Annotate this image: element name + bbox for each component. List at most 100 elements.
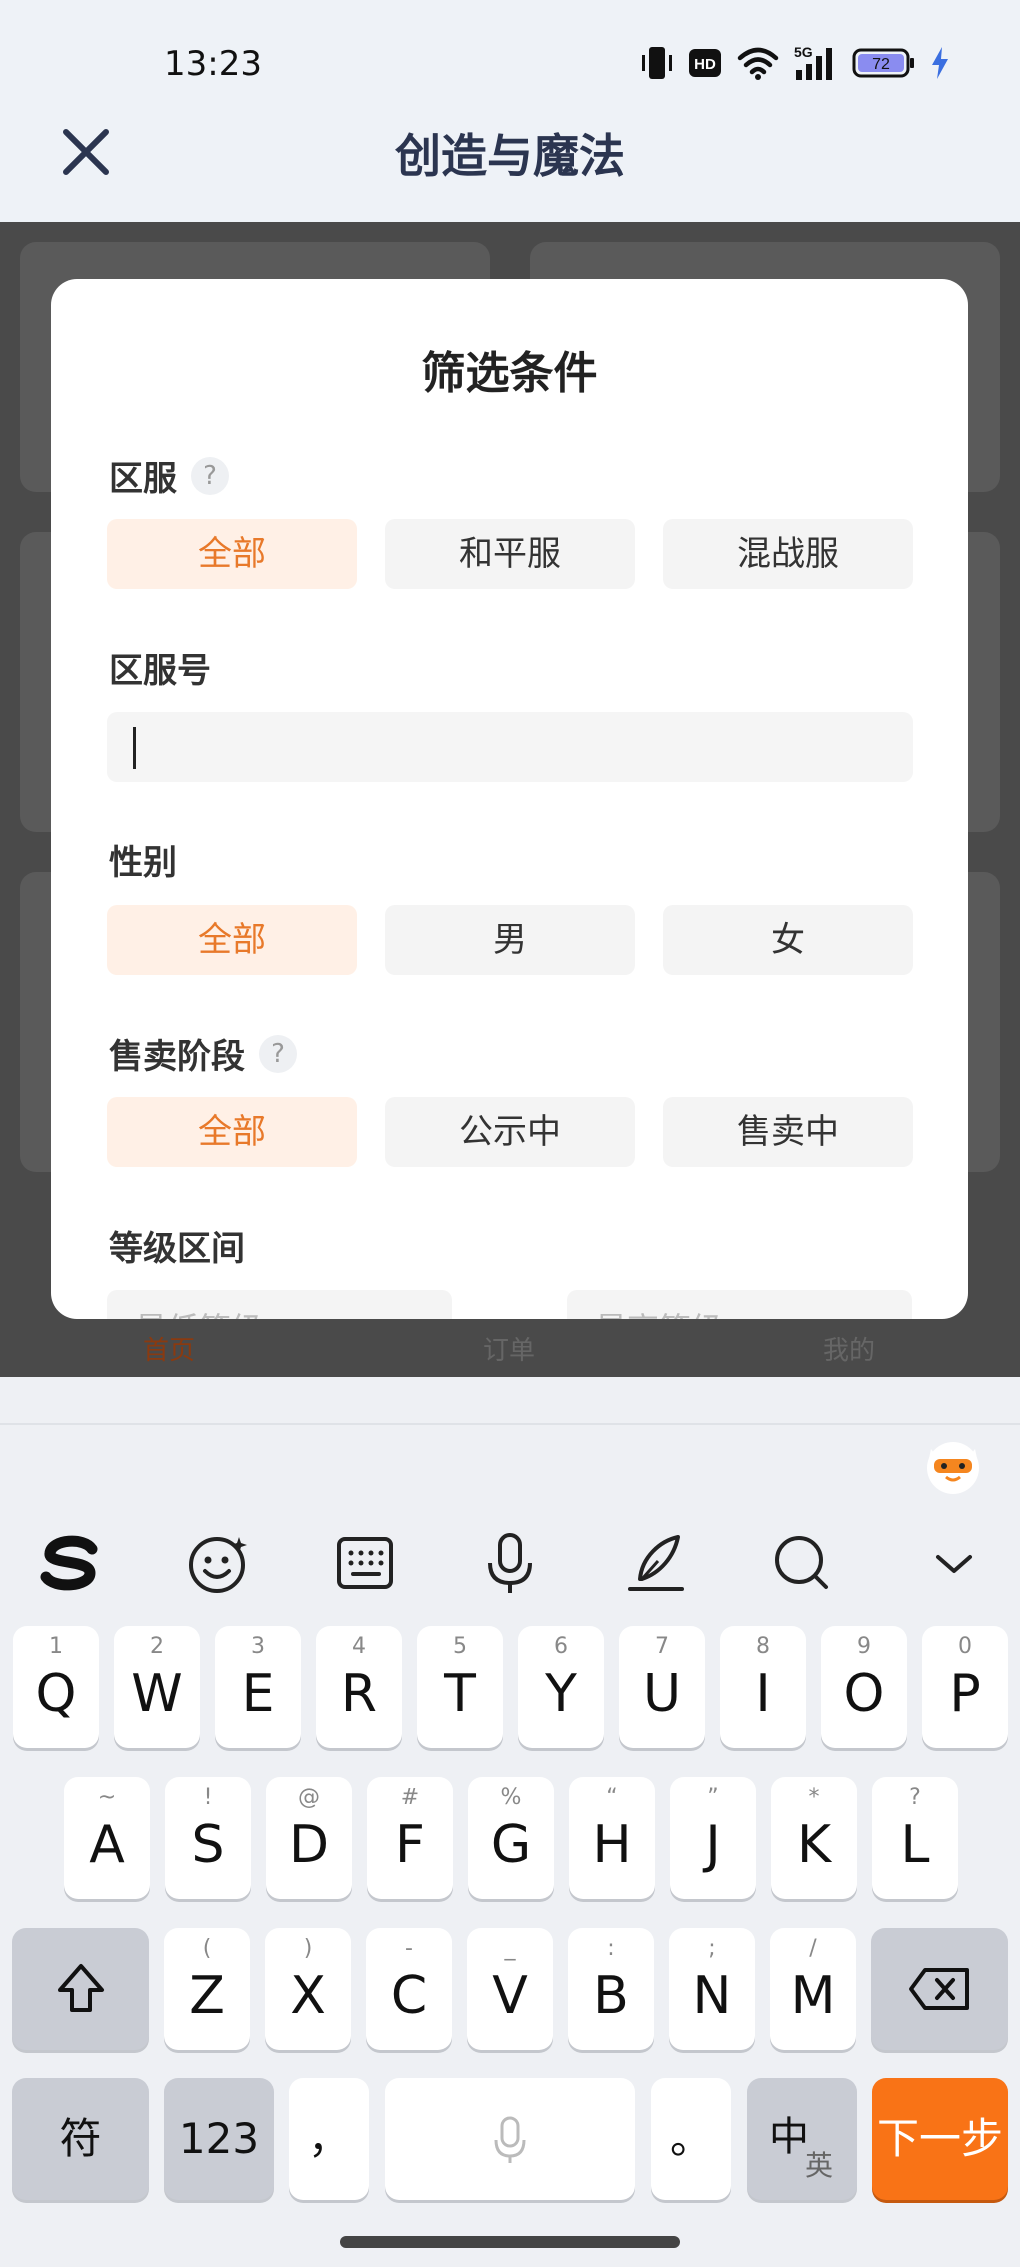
key-label: Z (189, 1966, 225, 2026)
key-secondary-label: / (809, 1936, 817, 1961)
nav-item-home[interactable]: 首页 (143, 1330, 195, 1367)
voice-icon (494, 2116, 526, 2163)
key-label: T (444, 1664, 476, 1724)
key-v[interactable]: _ V (467, 1928, 553, 2050)
key-label: F (395, 1815, 425, 1875)
section-label: 区服 (109, 459, 177, 499)
svg-text:5G: 5G (794, 44, 813, 60)
key-label: O (843, 1664, 885, 1724)
key-m[interactable]: / M (770, 1928, 856, 2050)
numbers-key[interactable]: 123 (164, 2078, 274, 2200)
section-server-number: 区服号 (109, 643, 211, 692)
key-w[interactable]: 2W (114, 1626, 200, 1748)
server-option-all[interactable]: 全部 (107, 519, 357, 589)
shift-key[interactable] (12, 1928, 149, 2050)
gender-option-male[interactable]: 男 (385, 905, 635, 975)
chevron-down-icon[interactable] (918, 1527, 990, 1599)
lang-sub-label: 英 (805, 2149, 834, 2182)
help-icon[interactable]: ? (259, 1034, 297, 1073)
sale-stage-option-selling[interactable]: 售卖中 (663, 1097, 913, 1167)
sogou-logo-icon[interactable] (34, 1527, 106, 1599)
key-p[interactable]: 0P (922, 1626, 1008, 1748)
key-secondary-label: ~ (97, 1785, 117, 1810)
space-key[interactable] (385, 2078, 635, 2200)
key-secondary-label: * (808, 1785, 820, 1810)
period-key[interactable]: 。 (651, 2078, 731, 2200)
search-icon[interactable] (766, 1527, 838, 1599)
svg-text:HD: HD (694, 56, 716, 73)
key-s[interactable]: ! S (165, 1777, 251, 1899)
key-u[interactable]: 7U (619, 1626, 705, 1748)
filter-modal: 筛选条件 区服 ? 全部 和平服 混战服 区服号 性别 全部 男 女 售卖阶段 … (51, 279, 968, 1319)
key-label: J (705, 1815, 721, 1875)
symbols-key[interactable]: 符 (12, 2078, 149, 2200)
key-q[interactable]: 1Q (13, 1626, 99, 1748)
key-z[interactable]: (Z (164, 1928, 250, 2050)
key-x[interactable]: ) X (265, 1928, 351, 2050)
key-label: B (593, 1966, 629, 2026)
key-l[interactable]: ? L (872, 1777, 958, 1899)
gender-option-female[interactable]: 女 (663, 905, 913, 975)
key-secondary-label: 1 (49, 1634, 63, 1659)
key-n[interactable]: ; N (669, 1928, 755, 2050)
key-label: N (692, 1966, 732, 2026)
key-secondary-label: ; (708, 1936, 716, 1961)
server-option-melee[interactable]: 混战服 (663, 519, 913, 589)
key-secondary-label: 6 (554, 1634, 568, 1659)
home-indicator[interactable] (340, 2236, 680, 2248)
key-secondary-label: ! (203, 1785, 213, 1810)
key-c[interactable]: -C (366, 1928, 452, 2050)
status-time: 13:23 (164, 44, 262, 84)
server-option-peace[interactable]: 和平服 (385, 519, 635, 589)
key-secondary-label: _ (504, 1936, 516, 1961)
help-icon[interactable]: ? (191, 456, 229, 495)
key-secondary-label: 9 (857, 1634, 871, 1659)
key-label: L (900, 1815, 930, 1875)
key-secondary-label: - (405, 1936, 413, 1961)
key-j[interactable]: ” J (670, 1777, 756, 1899)
gender-option-all[interactable]: 全部 (107, 905, 357, 975)
key-k[interactable]: * K (771, 1777, 857, 1899)
server-number-input[interactable] (107, 712, 913, 782)
sale-stage-option-public[interactable]: 公示中 (385, 1097, 635, 1167)
microphone-icon[interactable] (474, 1527, 546, 1599)
section-label: 售卖阶段 (109, 1037, 245, 1077)
nav-item-mine[interactable]: 我的 (823, 1330, 875, 1367)
language-switch-key[interactable]: 中 英 (747, 2078, 857, 2200)
key-label: X (290, 1966, 326, 2026)
screen: { "status_bar": {"time": "13:23", "batte… (0, 0, 1020, 2267)
key-g[interactable]: % G (468, 1777, 554, 1899)
sale-stage-option-all[interactable]: 全部 (107, 1097, 357, 1167)
key-d[interactable]: @ D (266, 1777, 352, 1899)
key-label: ， (307, 2114, 350, 2163)
backspace-key[interactable] (871, 1928, 1008, 2050)
section-gender: 性别 (109, 835, 177, 884)
key-r[interactable]: 4R (316, 1626, 402, 1748)
nav-item-orders[interactable]: 订单 (483, 1330, 535, 1367)
key-i[interactable]: 8I (720, 1626, 806, 1748)
title-bar: 创造与魔法 (0, 100, 1020, 222)
key-label: I (755, 1664, 771, 1724)
key-secondary-label: 4 (352, 1634, 366, 1659)
comma-key[interactable]: ， (289, 2078, 369, 2200)
key-label: Y (545, 1664, 577, 1724)
key-a[interactable]: ~ A (64, 1777, 150, 1899)
level-max-input[interactable]: 最高等级 (567, 1290, 912, 1319)
key-h[interactable]: “H (569, 1777, 655, 1899)
key-y[interactable]: 6Y (518, 1626, 604, 1748)
handwriting-icon[interactable] (620, 1527, 692, 1599)
key-o[interactable]: 9O (821, 1626, 907, 1748)
key-t[interactable]: 5T (417, 1626, 503, 1748)
key-label: E (241, 1664, 275, 1724)
level-min-input[interactable]: 最低等级 (107, 1290, 452, 1319)
key-f[interactable]: # F (367, 1777, 453, 1899)
lang-main-label: 中 (769, 2114, 809, 2160)
emoji-icon[interactable] (183, 1527, 255, 1599)
keyboard-layout-icon[interactable] (329, 1527, 401, 1599)
next-step-key[interactable]: 下一步 (872, 2078, 1008, 2200)
key-b[interactable]: :B (568, 1928, 654, 2050)
vibrate-icon (642, 47, 672, 79)
key-e[interactable]: 3E (215, 1626, 301, 1748)
key-label: D (288, 1815, 330, 1875)
mascot-icon[interactable] (922, 1437, 984, 1495)
